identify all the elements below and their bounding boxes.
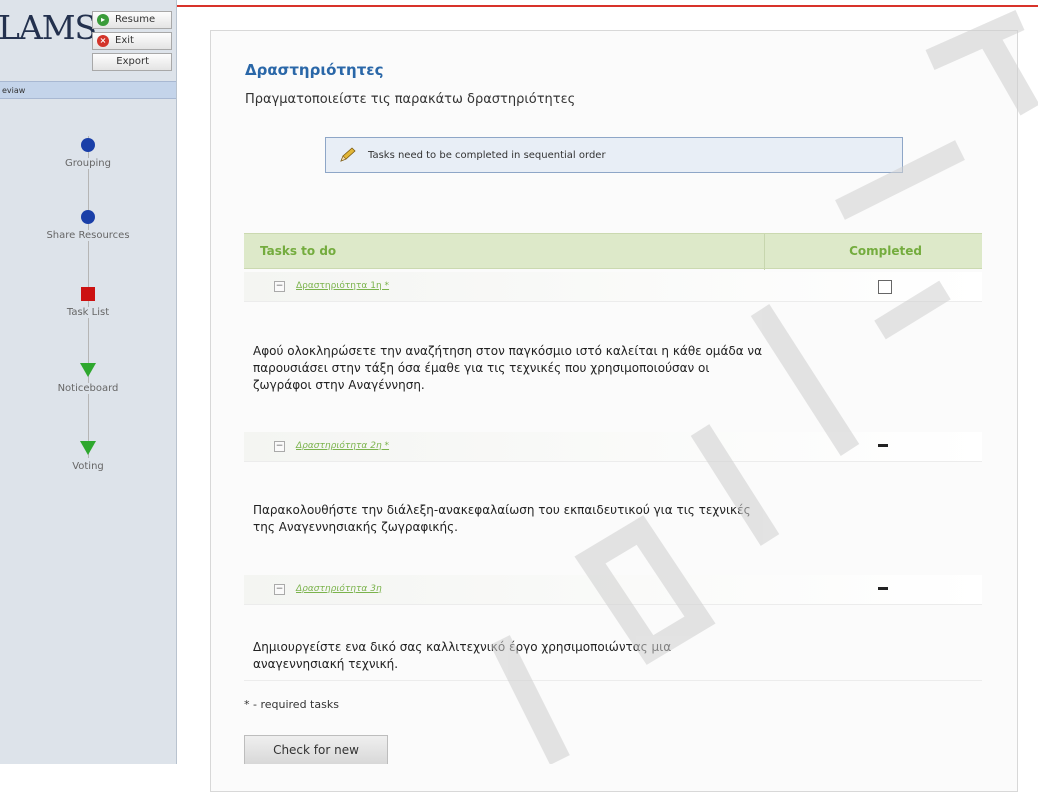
table-bottom-divider: [244, 680, 982, 681]
resume-label: Resume: [115, 14, 156, 25]
sidebar: LAMS ▸ Resume × Exit Export eviaw Groupi…: [0, 0, 177, 764]
task-row: − Δραστηριότητα 1η *: [244, 272, 982, 302]
completed-checkbox[interactable]: [878, 280, 892, 294]
resume-button[interactable]: ▸ Resume: [92, 11, 172, 29]
export-label: Export: [116, 56, 149, 67]
exit-label: Exit: [115, 35, 134, 46]
activity-square-icon: [81, 287, 95, 301]
task-row: − Δραστηριότητα 3η: [244, 575, 982, 605]
activity-triangle-icon: [80, 363, 96, 377]
activity-dot-icon: [81, 210, 95, 224]
expand-toggle-icon[interactable]: −: [274, 281, 285, 292]
task-description: Δημιουργείστε ενα δικό σας καλλιτεχνικό …: [253, 640, 672, 671]
export-button[interactable]: Export: [92, 53, 172, 71]
task-link[interactable]: Δραστηριότητα 3η: [296, 584, 382, 594]
info-message-box: Tasks need to be completed in sequential…: [325, 137, 903, 173]
activity-label: Share Resources: [44, 230, 132, 241]
check-for-new-button[interactable]: Check for new: [244, 735, 388, 764]
not-completed-dash-icon: [878, 444, 888, 447]
lesson-bar: eviaw: [0, 81, 176, 99]
not-completed-dash-icon: [878, 587, 888, 590]
activity-share-resources[interactable]: Share Resources: [0, 210, 176, 241]
resume-icon: ▸: [97, 14, 109, 26]
column-separator: [764, 234, 765, 270]
required-tasks-note: * - required tasks: [244, 698, 339, 711]
info-message: Tasks need to be completed in sequential…: [368, 149, 606, 161]
activity-voting[interactable]: Voting: [0, 441, 176, 472]
tasks-column-header: Tasks to do: [260, 244, 337, 258]
activity-label: Task List: [64, 307, 112, 318]
activity-noticeboard[interactable]: Noticeboard: [0, 363, 176, 394]
page-title: Δραστηριότητες: [245, 61, 384, 79]
activity-triangle-icon: [80, 441, 96, 455]
expand-toggle-icon[interactable]: −: [274, 584, 285, 595]
activity-grouping[interactable]: Grouping: [0, 138, 176, 169]
exit-button[interactable]: × Exit: [92, 32, 172, 50]
task-description: Παρακολουθήστε την διάλεξη-ανακεφαλαίωση…: [253, 503, 751, 534]
task-link[interactable]: Δραστηριότητα 2η *: [296, 441, 389, 451]
expand-toggle-icon[interactable]: −: [274, 441, 285, 452]
activity-label: Voting: [70, 461, 106, 472]
tasks-table-header: Tasks to do Completed: [244, 233, 982, 270]
task-link[interactable]: Δραστηριότητα 1η *: [296, 281, 389, 291]
pencil-icon: [340, 147, 356, 162]
app-logo: LAMS: [0, 8, 97, 47]
activity-label: Noticeboard: [55, 383, 121, 394]
page-subtitle: Πραγματοποιείστε τις παρακάτω δραστηριότ…: [245, 92, 576, 107]
activity-dot-icon: [81, 138, 95, 152]
task-row: − Δραστηριότητα 2η *: [244, 432, 982, 462]
task-description: Αφού ολοκληρώσετε την αναζήτηση στον παγ…: [253, 344, 763, 392]
exit-icon: ×: [97, 35, 109, 47]
completed-column-header: Completed: [849, 244, 922, 258]
activity-label: Grouping: [63, 158, 113, 169]
activity-task-list[interactable]: Task List: [0, 287, 176, 318]
top-accent-line: [176, 5, 1038, 7]
